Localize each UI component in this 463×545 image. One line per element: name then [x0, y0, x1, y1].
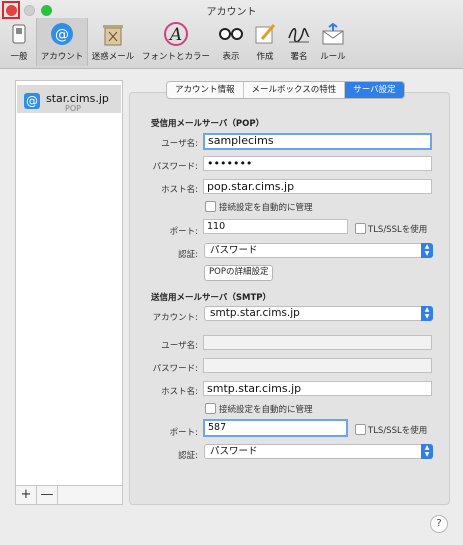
preferences-window: アカウント 一般 @ アカウント 迷惑メール A フォントとカラー 表示 作成 …	[0, 0, 463, 545]
toolbar-junk-label: 迷惑メール	[91, 52, 135, 62]
toolbar-general-label: 一般	[10, 52, 28, 62]
outgoing-account-value: smtp.star.cims.jp	[210, 307, 300, 319]
glasses-icon	[217, 20, 245, 48]
outgoing-host-label: ホスト名:	[161, 387, 198, 397]
outgoing-tls-checkbox[interactable]	[355, 424, 366, 435]
chevron-updown-icon: ▲ ▼	[421, 444, 433, 459]
outgoing-auth-select[interactable]: パスワード ▲ ▼	[204, 444, 433, 459]
outgoing-account-label: アカウント:	[152, 313, 198, 323]
toolbar: アカウント 一般 @ アカウント 迷惑メール A フォントとカラー 表示 作成 …	[0, 0, 463, 69]
window-title: アカウント	[206, 7, 257, 18]
incoming-auth-select[interactable]: パスワード ▲ ▼	[204, 243, 433, 258]
incoming-password-field[interactable]: •••••••	[203, 156, 432, 171]
toolbar-rules[interactable]: ルール	[318, 18, 348, 66]
incoming-auto-manage-checkbox[interactable]	[205, 201, 216, 212]
outgoing-password-field[interactable]	[203, 358, 432, 373]
help-button[interactable]: ?	[430, 515, 448, 533]
incoming-user-label: ユーザ名:	[161, 139, 198, 149]
outgoing-user-field[interactable]	[203, 335, 432, 350]
trash-icon	[99, 20, 127, 48]
incoming-host-label: ホスト名:	[161, 185, 198, 195]
toolbar-signatures[interactable]: 署名	[284, 18, 314, 66]
tab-bar: アカウント情報 メールボックスの特性 サーバ設定	[166, 81, 405, 99]
outgoing-port-field[interactable]: 587	[203, 419, 348, 437]
outgoing-auth-label: 認証:	[178, 451, 198, 461]
signature-icon	[285, 20, 313, 48]
toolbar-view[interactable]: 表示	[216, 18, 246, 66]
incoming-tls-label: TLS/SSLを使用	[368, 225, 428, 235]
toolbar-fonts[interactable]: A フォントとカラー	[140, 18, 212, 66]
account-list: @ star.cims.jp POP	[15, 80, 123, 505]
toolbar-compose[interactable]: 作成	[250, 18, 280, 66]
toolbar-general[interactable]: 一般	[4, 18, 34, 66]
incoming-port-field[interactable]: 110	[203, 219, 348, 234]
svg-text:A: A	[168, 25, 182, 45]
outgoing-tls-label: TLS/SSLを使用	[368, 426, 428, 436]
outgoing-port-label: ポート:	[169, 428, 198, 438]
chevron-updown-icon: ▲ ▼	[421, 243, 433, 258]
account-list-item[interactable]: @ star.cims.jp POP	[17, 85, 121, 113]
remove-account-button[interactable]: —	[37, 486, 58, 504]
incoming-auth-label: 認証:	[178, 250, 198, 260]
outgoing-auto-manage-checkbox[interactable]	[205, 403, 216, 414]
incoming-password-label: パスワード:	[152, 162, 198, 172]
tab-mailbox-behaviors[interactable]: メールボックスの特性	[243, 82, 346, 98]
font-icon: A	[162, 20, 190, 48]
outgoing-host-field[interactable]: smtp.star.cims.jp	[203, 381, 432, 396]
incoming-port-label: ポート:	[169, 227, 198, 237]
toolbar-accounts[interactable]: @ アカウント	[36, 18, 88, 66]
toolbar-fonts-label: フォントとカラー	[141, 52, 210, 62]
incoming-tls-checkbox[interactable]	[355, 223, 366, 234]
outgoing-user-label: ユーザ名:	[161, 341, 198, 351]
tab-account-info[interactable]: アカウント情報	[167, 82, 244, 98]
outgoing-heading: 送信用メールサーバ（SMTP）	[151, 293, 272, 303]
incoming-user-field[interactable]: samplecims	[203, 133, 432, 150]
switch-icon	[5, 20, 33, 48]
add-account-button[interactable]: +	[16, 486, 37, 504]
rules-icon	[319, 20, 347, 48]
pencil-icon	[251, 20, 279, 48]
toolbar-rules-label: ルール	[320, 52, 346, 62]
incoming-auto-manage-label: 接続設定を自動的に管理	[219, 203, 313, 213]
tab-server-settings[interactable]: サーバ設定	[345, 82, 404, 98]
pop-advanced-button[interactable]: POPの詳細設定	[204, 265, 274, 281]
account-type: POP	[65, 104, 81, 113]
chevron-updown-icon: ▲ ▼	[421, 306, 433, 321]
outgoing-auth-value: パスワード	[210, 446, 258, 457]
toolbar-accounts-label: アカウント	[40, 52, 84, 62]
toolbar-signatures-label: 署名	[290, 52, 308, 62]
outgoing-auto-manage-label: 接続設定を自動的に管理	[219, 405, 313, 415]
incoming-heading: 受信用メールサーバ（POP）	[151, 119, 265, 129]
toolbar-junk[interactable]: 迷惑メール	[88, 18, 138, 66]
incoming-auth-value: パスワード	[210, 245, 258, 256]
outgoing-password-label: パスワード:	[152, 364, 198, 374]
toolbar-view-label: 表示	[222, 52, 240, 62]
incoming-host-field[interactable]: pop.star.cims.jp	[203, 179, 432, 194]
at-icon: @	[48, 20, 76, 48]
toolbar-compose-label: 作成	[256, 52, 274, 62]
at-icon: @	[24, 93, 40, 109]
svg-text:@: @	[55, 27, 69, 43]
outgoing-account-select[interactable]: smtp.star.cims.jp ▲ ▼	[204, 306, 433, 321]
account-list-controls: + —	[15, 485, 123, 505]
